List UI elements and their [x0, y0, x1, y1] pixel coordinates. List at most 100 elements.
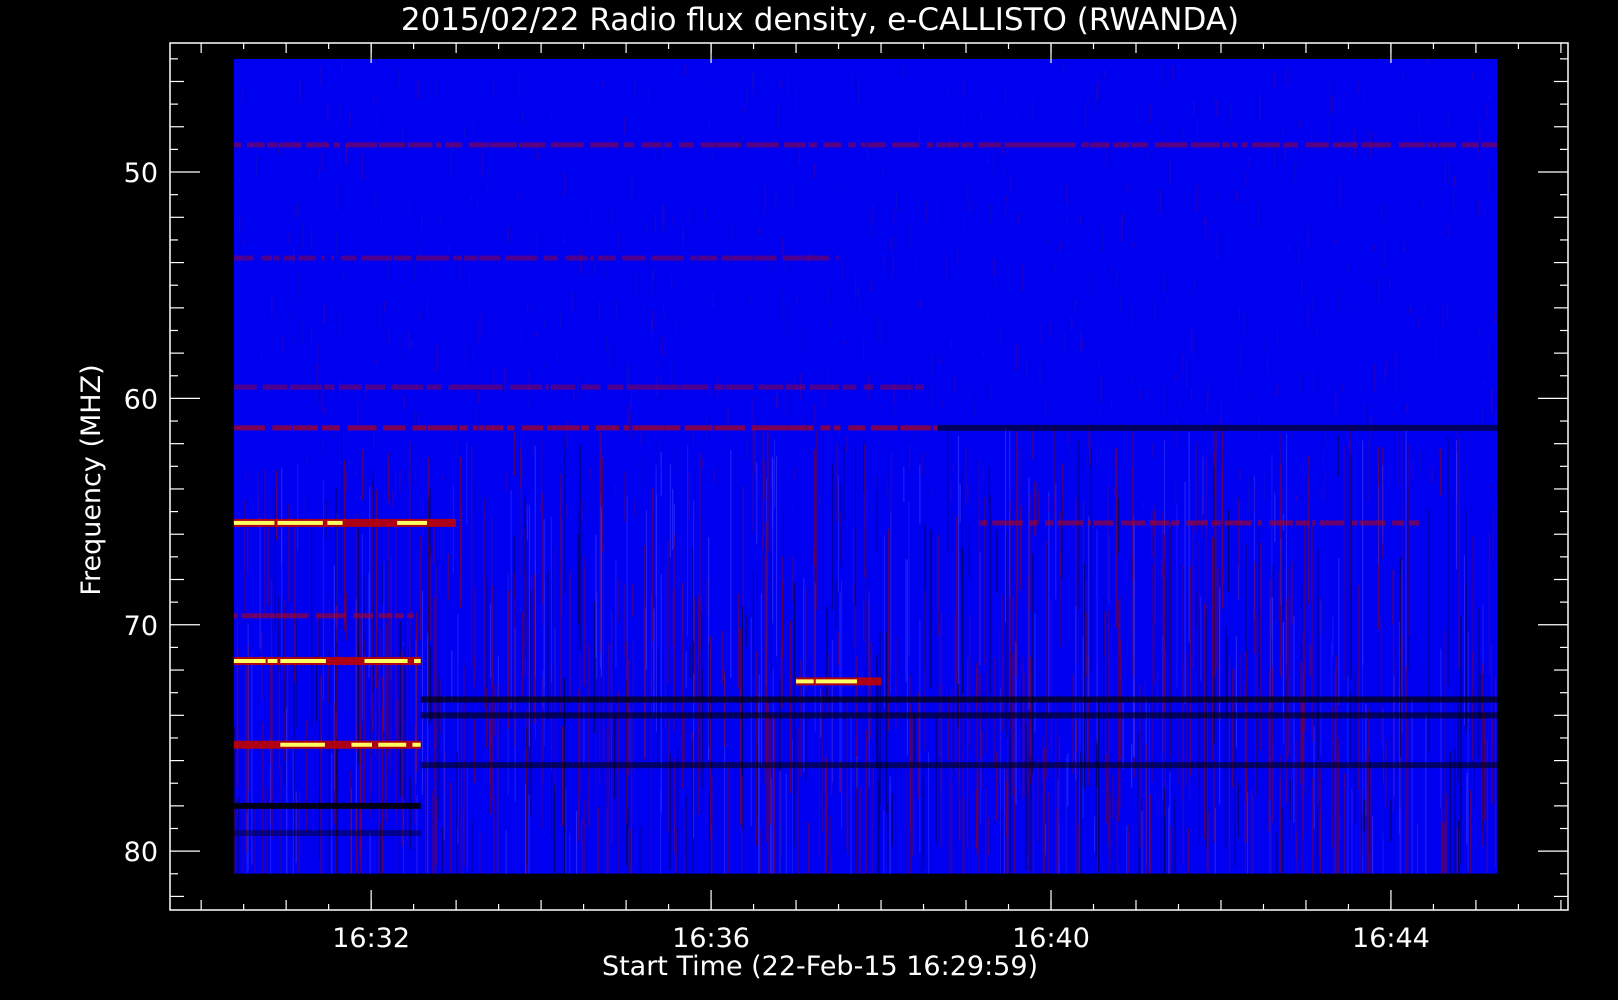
noise-speckle [1204, 217, 1206, 226]
noise-streak [989, 495, 991, 695]
noise-streak [1288, 568, 1290, 757]
noise-streak [1192, 520, 1194, 668]
noise-streak [815, 430, 817, 610]
noise-streak [1096, 528, 1098, 745]
noise-speckle [801, 325, 803, 355]
noise-streak [693, 500, 695, 642]
noise-speckle [1247, 476, 1250, 499]
noise-streak [513, 431, 516, 476]
noise-streak [1057, 778, 1059, 874]
noise-streak [1295, 741, 1297, 860]
noise-streak [1013, 788, 1016, 874]
frequency-band [937, 424, 1498, 431]
noise-streak [565, 788, 567, 874]
noise-speckle [1148, 138, 1150, 160]
noise-speckle [1104, 69, 1106, 77]
noise-streak [1042, 736, 1044, 874]
noise-speckle [1374, 362, 1376, 392]
noise-speckle [615, 299, 617, 322]
noise-speckle [1131, 305, 1133, 325]
noise-streak [524, 783, 527, 874]
band-segment [1392, 520, 1405, 526]
noise-speckle [1176, 420, 1178, 447]
noise-streak [1490, 644, 1493, 749]
noise-streak [1472, 535, 1474, 762]
noise-speckle [1009, 485, 1011, 512]
band-segment [651, 255, 684, 261]
noise-speckle [1085, 105, 1087, 127]
noise-speckle [630, 392, 632, 412]
noise-speckle [1329, 78, 1331, 100]
noise-streak [428, 497, 430, 726]
noise-speckle [341, 60, 343, 73]
noise-speckle [1005, 194, 1007, 203]
noise-streak [340, 429, 343, 593]
band-burst [414, 658, 421, 663]
noise-streak [1151, 564, 1153, 783]
noise-streak [831, 463, 834, 611]
noise-streak [1440, 448, 1442, 496]
noise-streak [444, 752, 446, 874]
noise-streak [950, 781, 952, 874]
frequency-band [233, 518, 457, 527]
noise-streak [771, 469, 774, 527]
noise-speckle [1195, 184, 1198, 213]
band-segment [751, 425, 766, 431]
noise-streak [919, 464, 921, 525]
noise-streak [560, 473, 562, 716]
noise-streak [1104, 610, 1107, 773]
noise-streak [1442, 822, 1444, 874]
noise-streak [583, 798, 585, 874]
noise-streak [1050, 601, 1053, 752]
noise-speckle [562, 234, 565, 245]
noise-speckle [1054, 262, 1056, 272]
noise-streak [758, 694, 760, 874]
noise-streak [1009, 501, 1011, 730]
noise-speckle [538, 153, 540, 160]
noise-streak [922, 764, 925, 868]
noise-speckle [1488, 94, 1491, 101]
noise-speckle [882, 167, 884, 176]
noise-streak [595, 534, 597, 658]
noise-speckle [1351, 301, 1354, 307]
noise-streak [1255, 614, 1257, 797]
band-segment [900, 425, 931, 431]
noise-streak [883, 809, 885, 874]
noise-streak [1056, 809, 1058, 874]
noise-speckle [1276, 383, 1278, 397]
noise-streak [863, 599, 865, 642]
band-segment [253, 142, 265, 148]
noise-speckle [493, 80, 495, 95]
noise-speckle [493, 368, 495, 384]
noise-streak [497, 683, 499, 874]
noise-streak [569, 832, 571, 874]
noise-streak [447, 553, 449, 601]
noise-streak [584, 566, 586, 686]
noise-speckle [1293, 161, 1295, 183]
noise-speckle [271, 331, 273, 341]
noise-streak [466, 441, 468, 526]
band-segment [459, 425, 468, 431]
noise-speckle [327, 101, 329, 124]
noise-speckle [375, 359, 377, 364]
noise-streak [401, 652, 403, 847]
noise-streak [1245, 651, 1247, 843]
noise-streak [1142, 799, 1144, 874]
noise-streak [1044, 823, 1047, 855]
noise-streak [829, 815, 832, 874]
noise-speckle [392, 490, 394, 508]
band-burst [397, 520, 427, 525]
noise-speckle [1248, 497, 1250, 524]
noise-speckle [1208, 380, 1210, 405]
noise-speckle [870, 279, 872, 292]
noise-speckle [671, 275, 673, 290]
band-segment [1057, 520, 1083, 526]
noise-streak [968, 522, 970, 579]
noise-speckle [1301, 280, 1303, 294]
band-segment [489, 142, 517, 148]
band-burst [280, 658, 326, 663]
noise-streak [1033, 481, 1036, 536]
noise-speckle [1311, 125, 1313, 154]
noise-streak [409, 777, 411, 850]
noise-streak [259, 517, 261, 649]
